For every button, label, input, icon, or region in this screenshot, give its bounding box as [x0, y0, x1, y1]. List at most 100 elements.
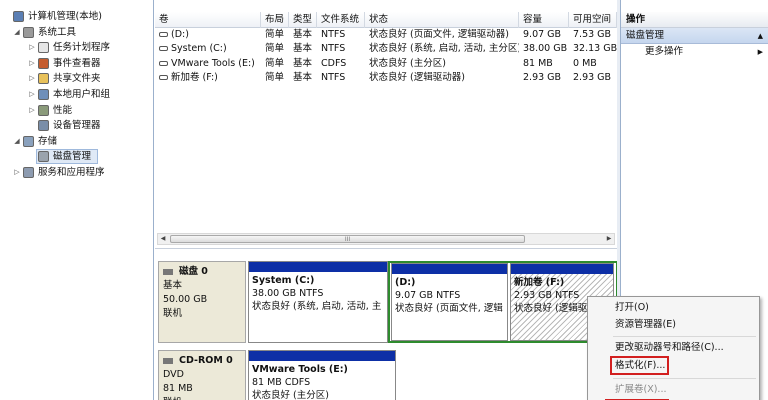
performance-icon	[38, 104, 49, 116]
tree-item[interactable]: 计算机管理(本地)	[0, 9, 153, 25]
tree-item[interactable]: ◢ 存储	[0, 134, 153, 150]
scrollbar-thumb[interactable]: III	[170, 235, 525, 243]
expand-arrow-icon[interactable]: ▷	[28, 40, 36, 56]
cell-text: VMware Tools (E:)	[171, 57, 255, 69]
table-cell: 状态良好 (逻辑驱动器)	[365, 71, 519, 85]
tree-item[interactable]: 磁盘管理	[0, 149, 153, 165]
cdrom-0-label[interactable]: CD-ROM 0 DVD 81 MB 联机	[158, 350, 246, 400]
expand-arrow-icon[interactable]: ▷	[28, 87, 36, 103]
column-header-capacity[interactable]: 容量	[519, 12, 569, 28]
cell-text: NTFS	[321, 29, 346, 40]
tree-item-label: 存储	[38, 135, 58, 147]
cell-text: 7.53 GB	[573, 29, 612, 40]
scroll-right-icon[interactable]: ▶	[604, 234, 614, 244]
column-header-type[interactable]: 类型	[289, 12, 317, 28]
expand-arrow-icon[interactable]: ▷	[13, 165, 21, 181]
tree-item[interactable]: ◢ 系统工具	[0, 25, 153, 41]
expand-arrow-icon[interactable]: ▷	[28, 56, 36, 72]
partition-title: VMware Tools (E:)	[252, 364, 348, 375]
table-cell: 基本	[289, 57, 317, 71]
table-cell: NTFS	[317, 71, 365, 85]
tree-item[interactable]: ▷ 共享文件夹	[0, 71, 153, 87]
tree-item-label: 设备管理器	[53, 120, 101, 132]
expand-arrow-icon[interactable]: ◢	[13, 134, 21, 150]
column-header-free-space[interactable]: 可用空间	[569, 12, 617, 28]
partition-d[interactable]: (D:) 9.07 GB NTFS 状态良好 (页面文件, 逻辑	[391, 263, 508, 341]
expand-arrow-icon[interactable]: ▷	[28, 103, 36, 119]
menu-item-change-drive-letter[interactable]: 更改驱动器号和路径(C)...	[615, 341, 724, 355]
table-cell: 简单	[261, 42, 289, 56]
disk-management-panel: 卷 布局 类型 文件系统 状态 容量 可用空间 (D:) 简单 基本 NTFS 状态良好…	[155, 0, 617, 400]
column-header-filesystem[interactable]: 文件系统	[317, 12, 365, 28]
partition-vmware-tools-e[interactable]: VMware Tools (E:) 81 MB CDFS 状态良好 (主分区)	[248, 350, 396, 400]
partition-size: 38.00 GB NTFS	[252, 288, 324, 299]
tree-item[interactable]: ▷ 服务和应用程序	[0, 165, 153, 181]
tree-item[interactable]: ▷ 性能	[0, 103, 153, 119]
tree-item-label: 计算机管理(本地)	[28, 11, 102, 22]
clock-icon	[38, 42, 49, 54]
tree-item-label: 共享文件夹	[53, 73, 101, 85]
more-actions[interactable]: 更多操作 ▶	[621, 44, 768, 60]
column-header-layout[interactable]: 布局	[261, 12, 289, 28]
cdrom-0-status: 联机	[163, 396, 245, 400]
disk-0-label[interactable]: 磁盘 0 基本 50.00 GB 联机	[158, 261, 246, 343]
actions-section-disk-management[interactable]: 磁盘管理 ▲	[621, 28, 768, 44]
collapse-icon[interactable]: ▲	[758, 28, 763, 44]
disk-management-icon	[38, 151, 49, 163]
partition-status: 状态良好 (系统, 启动, 活动, 主	[252, 301, 382, 312]
menu-item-open[interactable]: 打开(O)	[615, 301, 649, 315]
context-menu: 打开(O) 资源管理器(E) 更改驱动器号和路径(C)... 格式化(F)...…	[587, 296, 760, 400]
tree-item[interactable]: ▷ 事件查看器	[0, 56, 153, 72]
partition-system-c[interactable]: System (C:) 38.00 GB NTFS 状态良好 (系统, 启动, 活动…	[248, 261, 388, 343]
cell-text: 0 MB	[573, 57, 597, 69]
shared-folder-icon	[38, 73, 49, 85]
cell-text: 9.07 GB	[523, 29, 562, 40]
menu-item-extend-volume[interactable]: 扩展卷(X)...	[615, 383, 666, 397]
disk-0-type: 基本	[163, 280, 183, 291]
horizontal-scrollbar[interactable]: ◀ III ▶	[157, 233, 615, 245]
cell-text: NTFS	[321, 43, 346, 55]
tree-item[interactable]: ▷ 任务计划程序	[0, 40, 153, 56]
table-row[interactable]: (D:) 简单 基本 NTFS 状态良好 (页面文件, 逻辑驱动器) 9.07 GB 7.5…	[155, 28, 617, 42]
scroll-left-icon[interactable]: ◀	[158, 234, 168, 244]
cell-text: 32.13 GB	[573, 43, 617, 55]
table-row[interactable]: 新加卷 (F:) 简单 基本 NTFS 状态良好 (逻辑驱动器) 2.93 GB 2.93 …	[155, 71, 617, 85]
cell-text: 状态良好 (系统, 启动, 活动, 主分区)	[369, 43, 519, 55]
table-cell: 状态良好 (页面文件, 逻辑驱动器)	[365, 28, 519, 42]
highlight-box	[610, 356, 669, 375]
table-cell: NTFS	[317, 28, 365, 42]
cell-text: 38.00 GB	[523, 43, 568, 55]
submenu-arrow-icon: ▶	[757, 48, 763, 56]
table-cell: 38.00 GB	[519, 42, 569, 56]
tree-item[interactable]: ▷ 本地用户和组	[0, 87, 153, 103]
cell-text: (D:)	[171, 29, 189, 40]
expand-arrow-icon[interactable]: ▷	[28, 71, 36, 87]
column-header-status[interactable]: 状态	[365, 12, 519, 28]
disk-0-name: 磁盘 0	[179, 266, 208, 277]
column-header-volume[interactable]: 卷	[155, 12, 261, 28]
table-cell: 状态良好 (主分区)	[365, 57, 519, 71]
partition-title: (D:)	[395, 277, 416, 288]
tree-item-label: 任务计划程序	[53, 42, 111, 54]
cell-text: 基本	[293, 29, 313, 40]
table-cell: 简单	[261, 28, 289, 42]
actions-section-label: 磁盘管理	[626, 30, 665, 41]
table-row[interactable]: System (C:) 简单 基本 NTFS 状态良好 (系统, 启动, 活动, 主分区…	[155, 42, 617, 56]
table-row[interactable]: VMware Tools (E:) 简单 基本 CDFS 状态良好 (主分区) 81 MB…	[155, 57, 617, 71]
cell-text: 状态良好 (逻辑驱动器)	[369, 72, 465, 84]
table-cell: 2.93 GB	[569, 71, 617, 85]
cell-text: 状态良好 (页面文件, 逻辑驱动器)	[369, 29, 509, 40]
tree-item[interactable]: 设备管理器	[0, 118, 153, 134]
cell-text: 基本	[293, 57, 313, 69]
menu-separator	[613, 378, 756, 379]
table-cell: System (C:)	[155, 42, 261, 56]
menu-item-explorer[interactable]: 资源管理器(E)	[615, 318, 676, 332]
computer-icon	[13, 11, 24, 22]
cell-text: System (C:)	[171, 43, 227, 55]
expand-arrow-icon[interactable]: ◢	[13, 25, 21, 41]
partition-title: System (C:)	[252, 275, 315, 286]
cell-text: 简单	[265, 43, 285, 55]
actions-header: 操作	[621, 12, 768, 28]
table-cell: 简单	[261, 71, 289, 85]
tree-item-label: 系统工具	[38, 26, 77, 38]
